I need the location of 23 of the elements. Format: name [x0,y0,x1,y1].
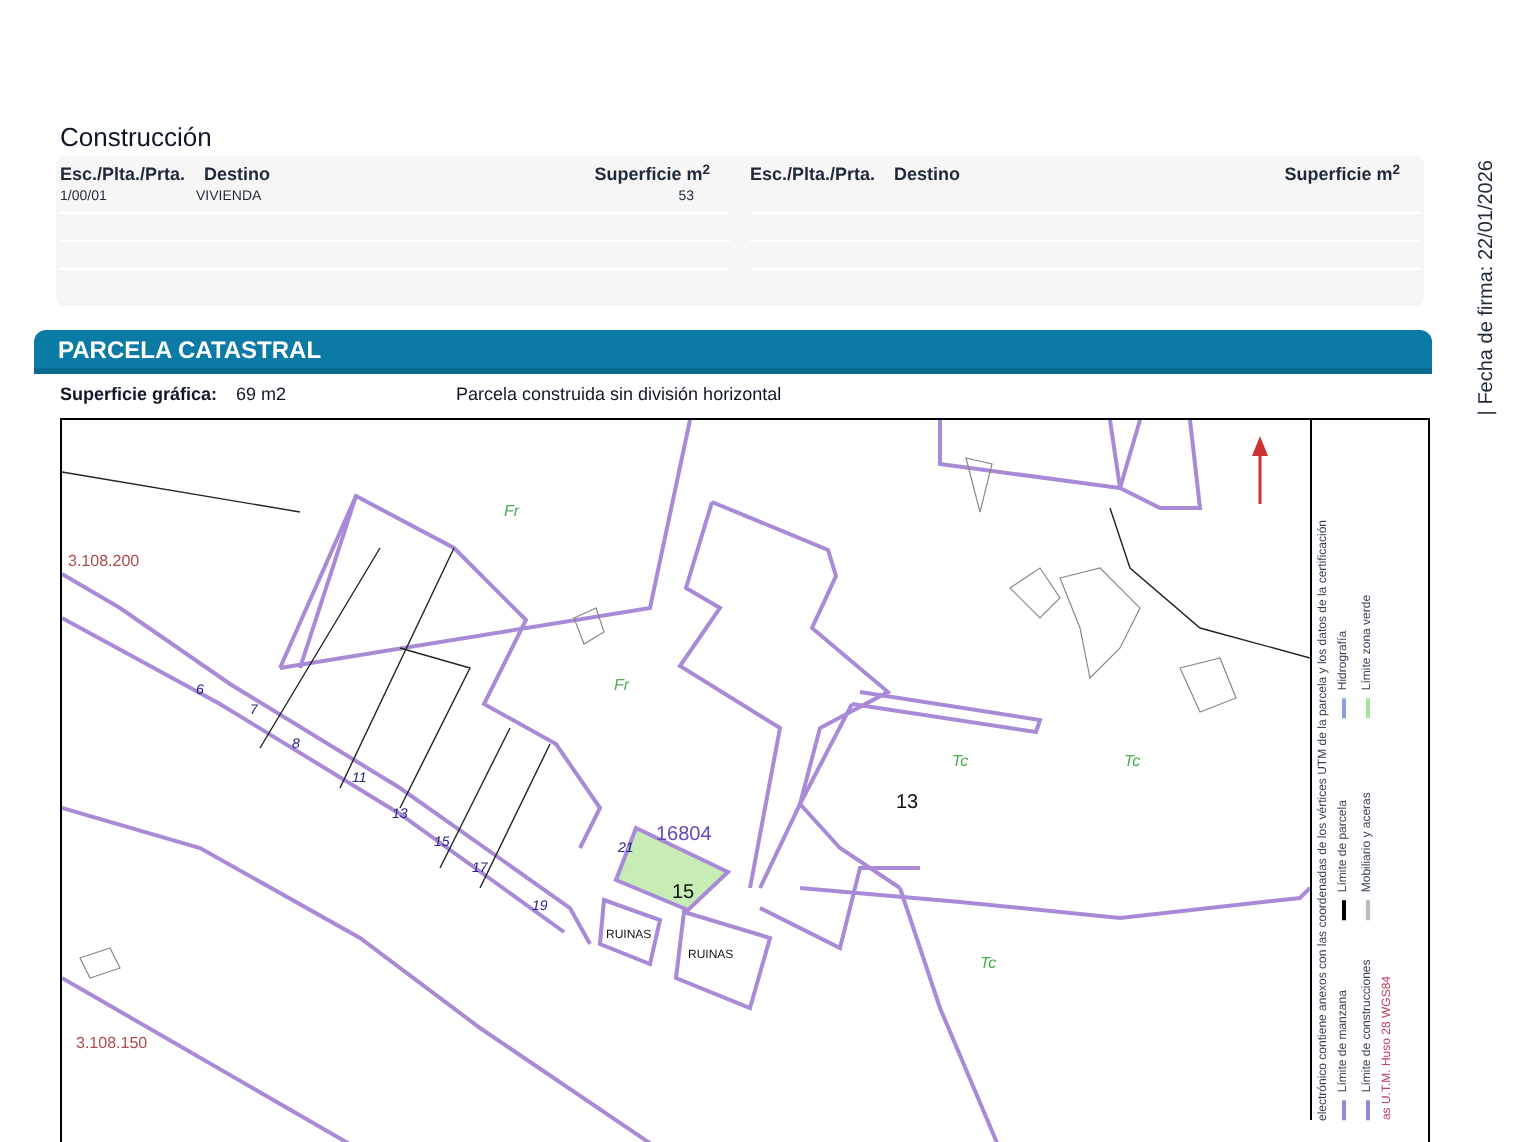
map-label: 13 [896,792,919,814]
column-header: Destino [894,162,961,186]
map-label: Tc [980,954,997,972]
map-label: Tc [1124,752,1141,770]
map-label: Fr [504,502,520,520]
surface-value: 69 m2 [236,382,289,409]
section-title: Construcción [60,122,214,154]
column-header: Esc./Plta./Prta. [750,162,878,186]
surface-label: Superficie gráfica: [60,382,220,409]
map-label: 3.108.200 [68,552,140,570]
column-header: Esc./Plta./Prta. [60,162,188,186]
map-label: 3.108.150 [76,1034,148,1052]
map-label: Tc [952,752,969,770]
signature-date: | Fecha de firma: 22/01/2026 [1474,160,1500,416]
map-label: 15 [672,882,695,904]
parcel-note: Parcela construida sin división horizontal [456,382,782,409]
map-label: Fr [614,676,630,694]
column-header: Destino [204,162,271,186]
north-arrow-icon [1252,436,1268,504]
map-label: 16804 [656,824,712,846]
column-header: Superficie m$^{2}$ [594,162,712,186]
column-header: Superficie m$^{2}$ [1284,162,1402,186]
section-header-title: PARCELA CATASTRAL [58,333,322,367]
